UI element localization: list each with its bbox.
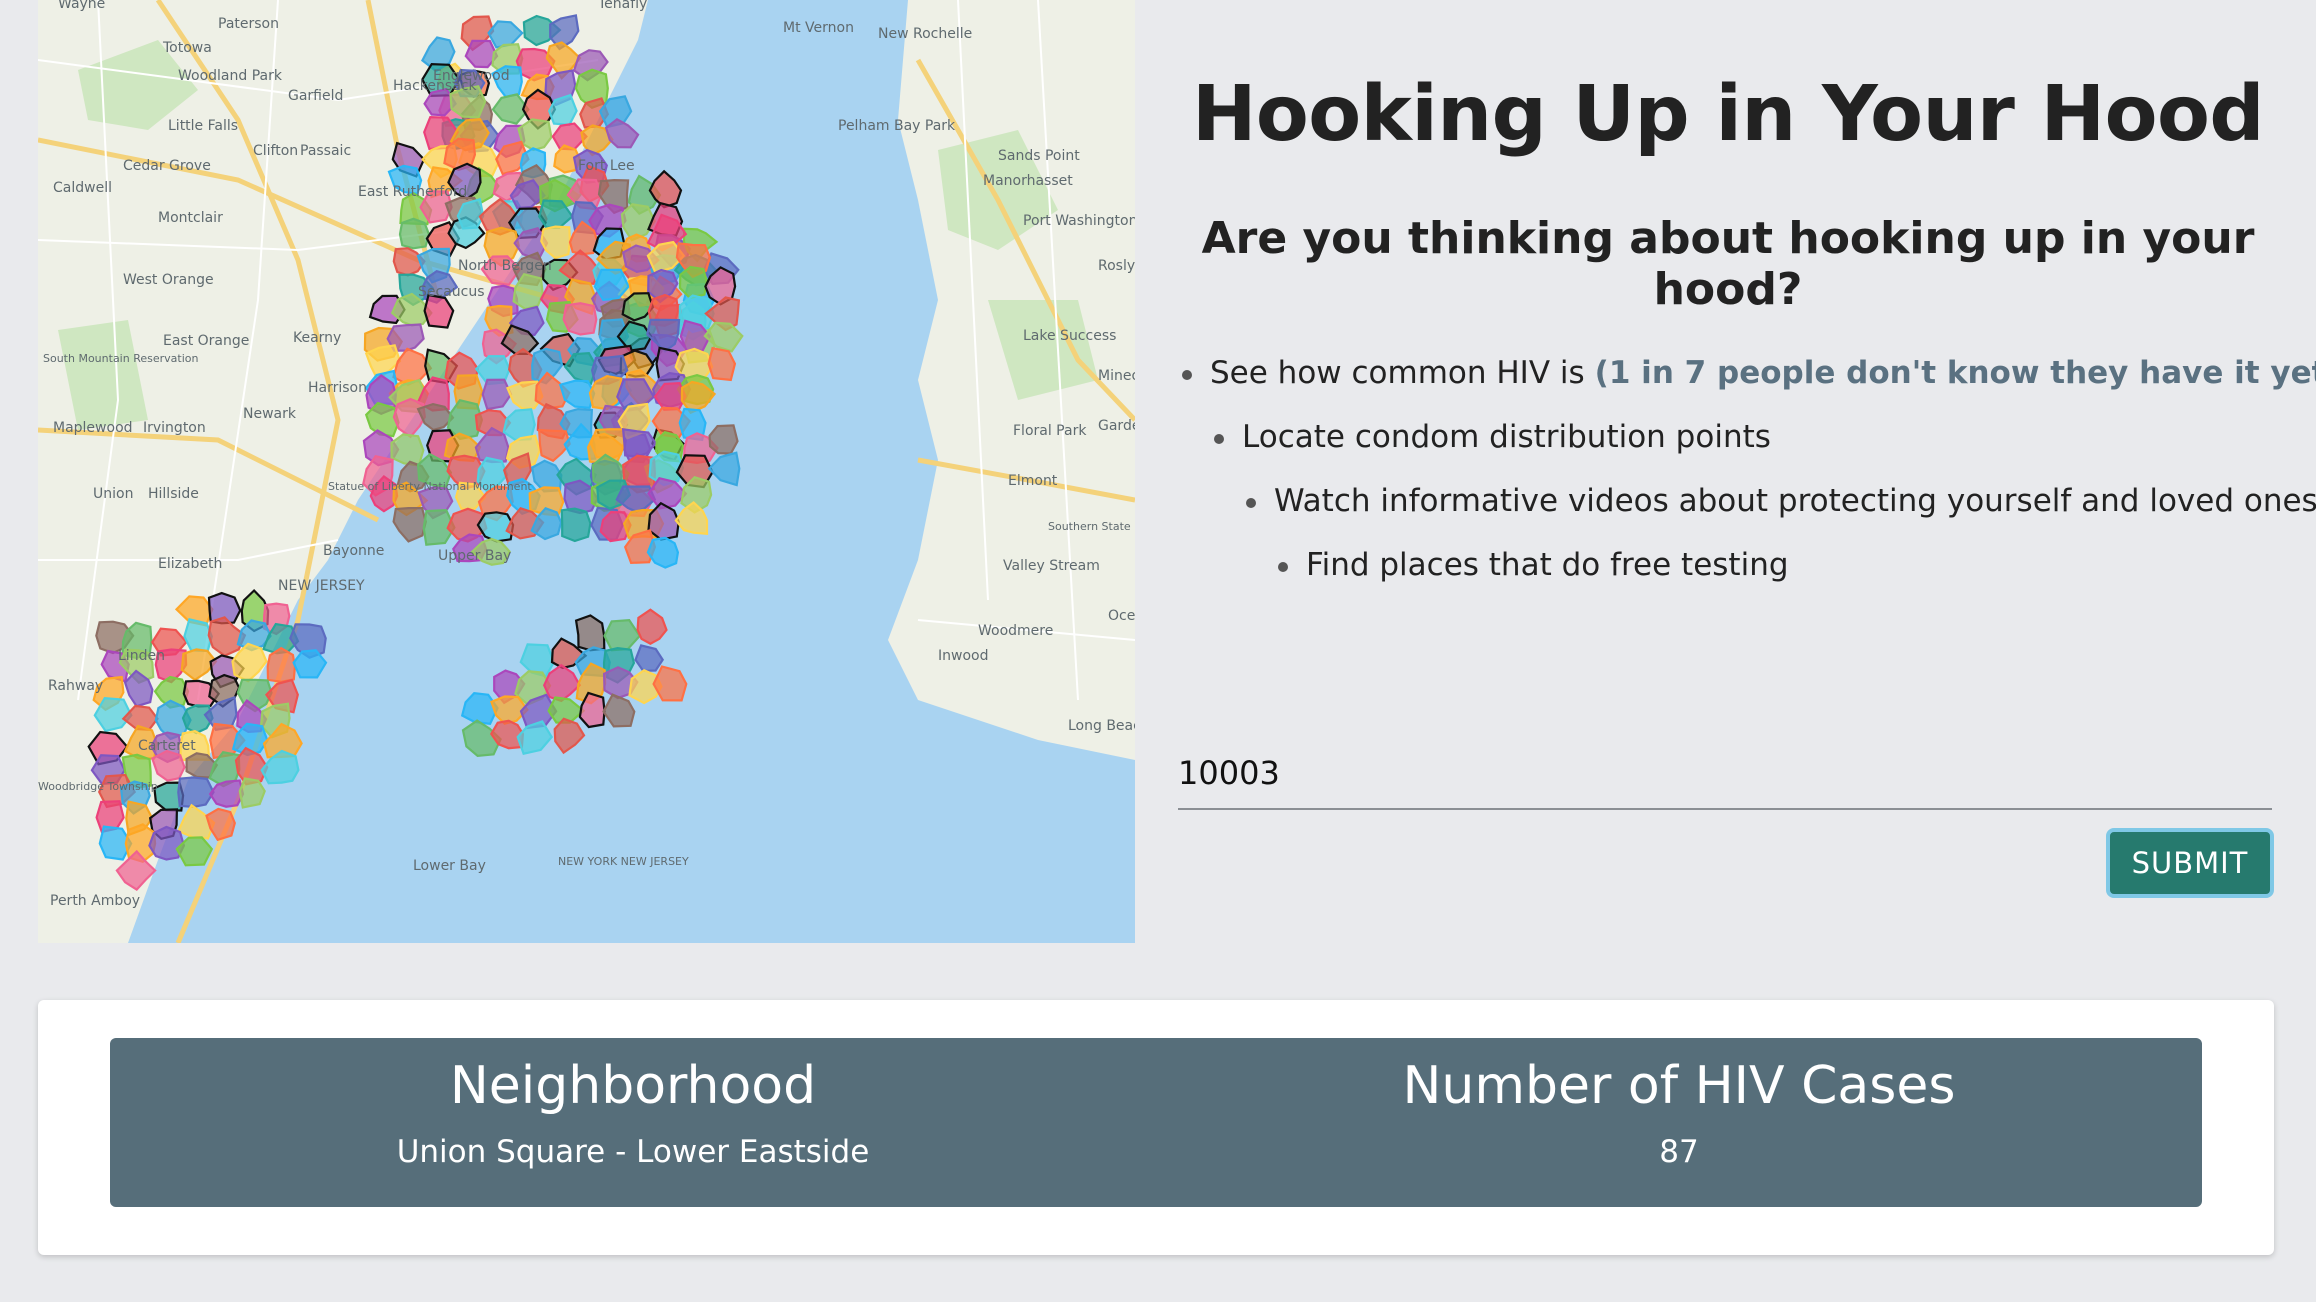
map-place-label: South Mountain Reservation: [43, 352, 198, 365]
neighborhood-region[interactable]: [177, 776, 215, 809]
map-place-label: Secaucus: [418, 284, 485, 300]
neighborhood-column: Neighborhood Union Square - Lower Eastsi…: [110, 1038, 1156, 1207]
map-place-label: West Orange: [123, 272, 214, 288]
map-place-label: Upper Bay: [438, 548, 511, 564]
map-place-label: Southern State Pkwy: [1048, 520, 1135, 533]
map-place-label: Union: [93, 486, 133, 502]
map-place-label: Montclair: [158, 210, 223, 226]
hiv-cases-column: Number of HIV Cases 87: [1156, 1038, 2202, 1207]
page-subtitle: Are you thinking about hooking up in you…: [1201, 213, 2255, 315]
neighborhood-region[interactable]: [398, 217, 431, 250]
neighborhood-region[interactable]: [708, 424, 739, 455]
map-place-label: NEW YORK NEW JERSEY: [558, 855, 689, 868]
map-place-label: Maplewood: [53, 420, 133, 436]
map-place-label: Perth Amboy: [50, 893, 140, 909]
neighborhood-region[interactable]: [560, 507, 592, 543]
map-place-label: Lower Bay: [413, 858, 486, 874]
map-place-label: East Orange: [163, 333, 249, 349]
map-place-label: Little Falls: [168, 118, 238, 134]
map-place-label: Englewood: [433, 68, 510, 84]
neighborhood-region[interactable]: [266, 646, 297, 683]
feature-text: See how common HIV is: [1210, 355, 1585, 391]
map-place-label: Carteret: [138, 738, 196, 754]
map-place-label: Long Beach: [1068, 718, 1135, 734]
map-place-label: Roslyn: [1098, 258, 1135, 274]
neighborhood-region[interactable]: [678, 265, 708, 300]
map-place-label: Wayne: [58, 0, 105, 12]
map-place-label: Elmont: [1008, 473, 1058, 489]
feature-text: Find places that do free testing: [1306, 547, 1789, 583]
neighborhood-value: Union Square - Lower Eastside: [396, 1134, 870, 1170]
map-place-label: Linden: [118, 648, 165, 664]
map-place-label: Garfield: [288, 88, 343, 104]
map-place-label: Statue of Liberty National Monument: [328, 480, 532, 493]
map-place-label: NEW JERSEY: [278, 578, 365, 594]
map-place-label: Rahway: [48, 678, 103, 694]
neighborhood-header: Neighborhood: [449, 1056, 817, 1116]
map-place-label: Woodbridge Township: [38, 780, 158, 793]
feature-item-testing: Find places that do free testing: [1276, 542, 2316, 606]
neighborhood-region[interactable]: [562, 302, 598, 336]
map-place-label: Tenafly: [597, 0, 647, 12]
map-place-label: North Bergen: [458, 258, 552, 274]
map-place-label: Port Washington: [1023, 213, 1135, 229]
neighborhood-region[interactable]: [390, 433, 425, 467]
map-place-label: Inwood: [938, 648, 988, 664]
map-place-label: Cedar Grove: [123, 158, 211, 174]
map-place-label: Manorhasset: [983, 173, 1073, 189]
map-place-label: Paterson: [218, 16, 279, 32]
feature-item-condoms: Locate condom distribution points: [1212, 414, 2316, 478]
map-place-label: Elizabeth: [158, 556, 222, 572]
map-canvas[interactable]: Wayne Paterson Totowa Woodland Park Garfield…: [38, 0, 1135, 943]
map-place-label: Newark: [243, 406, 297, 422]
map-place-label: Kearny: [293, 330, 341, 346]
map-place-label: Bayonne: [323, 543, 384, 559]
hiv-cases-header: Number of HIV Cases: [1402, 1056, 1956, 1116]
map-place-label: Irvington: [143, 420, 206, 436]
map-place-label: Totowa: [162, 40, 212, 56]
map-place-label: Woodland Park: [178, 68, 283, 84]
map-place-label: East Rutherford: [358, 184, 467, 200]
map-place-label: Pelham Bay Park: [838, 118, 956, 134]
neighborhood-region[interactable]: [574, 614, 606, 652]
map-place-label: Passaic: [300, 143, 351, 159]
map-place-label: Harrison: [308, 380, 367, 396]
map-place-label: Fort Lee: [578, 158, 635, 174]
zip-code-input[interactable]: [1178, 738, 2272, 810]
map-place-label: Clifton: [253, 143, 298, 159]
map-place-label: Mineola: [1098, 368, 1135, 384]
map-place-label: Caldwell: [53, 180, 112, 196]
map-place-label: Ocean: [1108, 608, 1135, 624]
feature-list: See how common HIV is (1 in 7 people don'…: [1180, 350, 2316, 606]
feature-item-hiv-rate: See how common HIV is (1 in 7 people don'…: [1180, 350, 2316, 414]
feature-item-videos: Watch informative videos about protectin…: [1244, 478, 2316, 542]
map-place-label: Woodmere: [978, 623, 1053, 639]
neighborhood-region[interactable]: [589, 428, 626, 461]
map-place-label: Mt Vernon: [783, 20, 854, 36]
feature-highlight: (1 in 7 people don't know they have it y…: [1594, 355, 2316, 391]
neighborhood-map[interactable]: Wayne Paterson Totowa Woodland Park Garfield…: [38, 0, 1135, 943]
page-title: Hooking Up in Your Hood: [1191, 70, 2265, 159]
submit-button[interactable]: SUBMIT: [2106, 828, 2274, 898]
results-table: Neighborhood Union Square - Lower Eastsi…: [110, 1038, 2202, 1207]
feature-text: Locate condom distribution points: [1242, 419, 1771, 455]
map-place-label: New Rochelle: [878, 26, 972, 42]
map-place-label: Lake Success: [1023, 328, 1116, 344]
hiv-cases-value: 87: [1659, 1134, 1699, 1170]
feature-text: Watch informative videos about protectin…: [1274, 483, 2316, 519]
map-place-label: Garden City: [1098, 418, 1135, 434]
map-place-label: Sands Point: [998, 148, 1080, 164]
map-place-label: Valley Stream: [1003, 558, 1100, 574]
map-place-label: Floral Park: [1013, 423, 1087, 439]
map-place-label: Hillside: [148, 486, 199, 502]
